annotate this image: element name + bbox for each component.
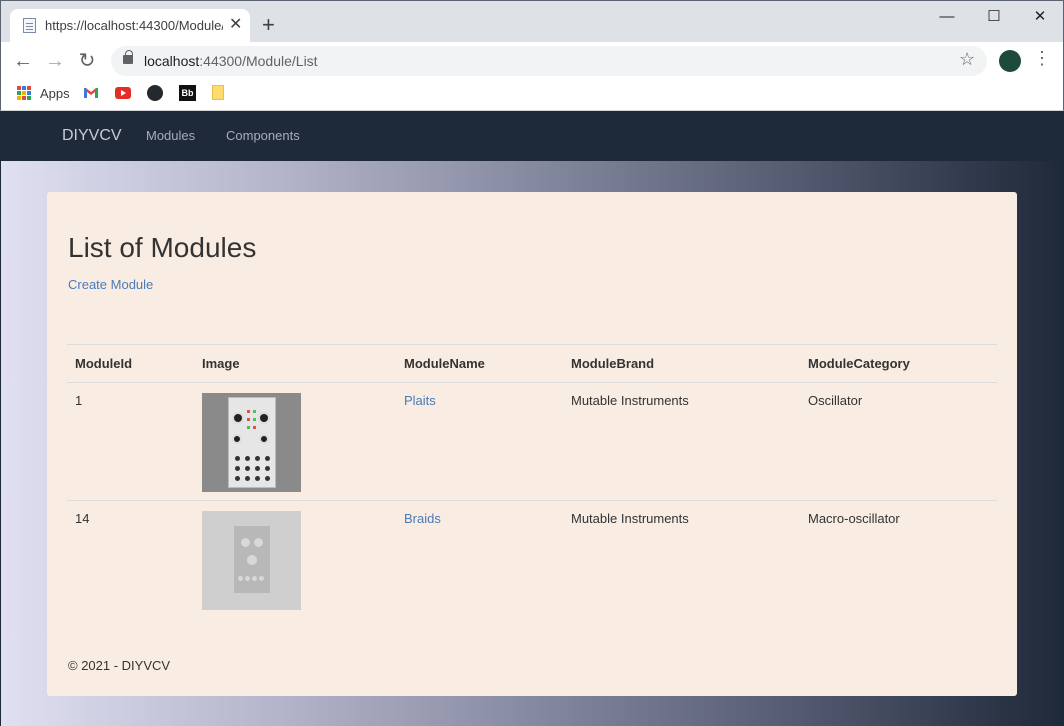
content-card: List of Modules Create Module ModuleId I… xyxy=(47,192,1017,696)
column-header-image: Image xyxy=(194,344,396,383)
column-header-modulecategory: ModuleCategory xyxy=(800,344,997,383)
reload-icon[interactable]: ↻ xyxy=(75,49,99,73)
bookmark-folder-icon[interactable] xyxy=(212,85,224,100)
plaits-module-image xyxy=(202,393,301,492)
github-icon[interactable] xyxy=(147,85,163,101)
browser-toolbar: ← → ↻ localhost:44300/Module/List ☆ ⋮ xyxy=(0,42,1064,80)
back-arrow-icon[interactable]: ← xyxy=(11,49,35,73)
column-header-modulebrand: ModuleBrand xyxy=(563,344,800,383)
column-header-moduleid: ModuleId xyxy=(67,344,194,383)
window-close-icon[interactable]: ✕ xyxy=(1020,5,1060,29)
table-row: 1 Plaits Mutable Instruments Oscillator xyxy=(67,382,997,501)
cell-module-brand: Mutable Instruments xyxy=(563,382,800,501)
cell-module-name: Braids xyxy=(396,501,563,619)
column-header-modulename: ModuleName xyxy=(396,344,563,383)
cell-module-id: 14 xyxy=(75,511,90,526)
forward-arrow-icon[interactable]: → xyxy=(43,49,67,73)
cell-module-id: 1 xyxy=(67,382,194,501)
bookmarks-bar: Apps Bb xyxy=(0,80,1064,111)
placeholder-module-image xyxy=(202,511,301,610)
site-navbar: DIYVCV Modules Components xyxy=(1,111,1063,161)
tab-title: https://localhost:44300/Module/List xyxy=(45,18,223,33)
create-module-link[interactable]: Create Module xyxy=(68,277,153,292)
footer-copyright: © 2021 - DIYVCV xyxy=(68,658,171,673)
close-tab-icon[interactable]: ✕ xyxy=(229,15,242,35)
browser-tabstrip: https://localhost:44300/Module/List ✕ + … xyxy=(0,0,1064,43)
maximize-icon[interactable]: ☐ xyxy=(974,5,1014,29)
minimize-icon[interactable]: — xyxy=(927,5,967,29)
nav-modules-link[interactable]: Modules xyxy=(146,128,195,143)
browser-menu-icon[interactable]: ⋮ xyxy=(1033,48,1051,69)
page-title: List of Modules xyxy=(68,232,257,263)
site-brand[interactable]: DIYVCV xyxy=(62,127,122,145)
cell-module-name: Plaits xyxy=(396,382,563,501)
browser-tab[interactable]: https://localhost:44300/Module/List ✕ xyxy=(10,9,250,43)
modules-table: ModuleId Image ModuleName ModuleBrand Mo… xyxy=(67,344,997,618)
profile-avatar[interactable] xyxy=(999,50,1021,72)
youtube-icon[interactable] xyxy=(115,87,131,99)
cell-module-brand: Mutable Instruments xyxy=(571,511,689,526)
address-url[interactable]: localhost:44300/Module/List xyxy=(144,53,318,69)
cell-image xyxy=(194,382,396,501)
module-name-link[interactable]: Plaits xyxy=(404,393,436,408)
new-tab-icon[interactable]: + xyxy=(262,13,275,37)
lock-icon xyxy=(123,50,133,64)
page-favicon-icon xyxy=(23,18,36,33)
bookmark-star-icon[interactable]: ☆ xyxy=(959,49,975,70)
cell-image xyxy=(194,501,396,619)
gmail-icon[interactable] xyxy=(83,85,99,101)
apps-grid-icon[interactable] xyxy=(17,86,31,100)
cell-module-category: Oscillator xyxy=(800,382,997,501)
page-background: DIYVCV Modules Components List of Module… xyxy=(1,111,1063,726)
module-name-link[interactable]: Braids xyxy=(404,511,441,526)
address-bar[interactable]: localhost:44300/Module/List ☆ xyxy=(111,46,987,76)
table-header-row: ModuleId Image ModuleName ModuleBrand Mo… xyxy=(67,344,997,383)
cell-module-category: Macro-oscillator xyxy=(808,511,900,526)
nav-components-link[interactable]: Components xyxy=(226,128,300,143)
table-row: 14 Braids Mutable Instruments Macro-osci… xyxy=(67,501,997,619)
apps-label[interactable]: Apps xyxy=(40,86,70,101)
blackboard-icon[interactable]: Bb xyxy=(179,85,196,101)
